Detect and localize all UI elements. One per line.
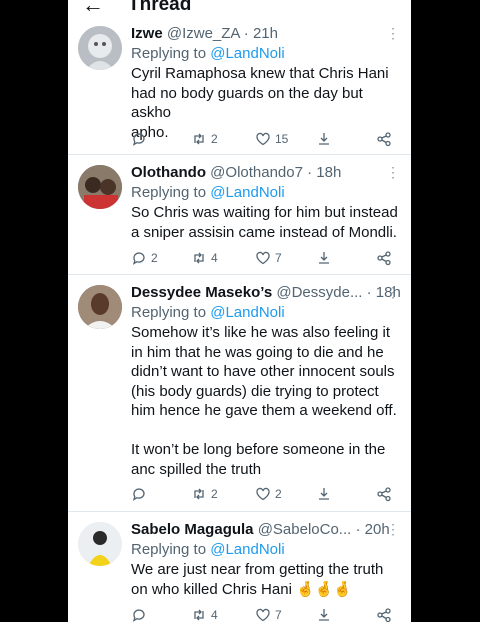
heart-icon (256, 251, 270, 265)
like-button[interactable]: 15 (255, 130, 288, 148)
heart-icon (256, 608, 270, 622)
thread-screen: ← Thread Izwe @Izwe_ZA · 21h ⋮ Replying … (68, 0, 411, 622)
retweet-count: 4 (211, 251, 218, 265)
reply-button[interactable] (131, 485, 151, 503)
download-icon (319, 252, 329, 264)
tweet-actions: 2 2 (131, 485, 391, 503)
tweet-actions: 2 4 7 (131, 249, 391, 267)
back-arrow-icon[interactable]: ← (82, 0, 104, 18)
download-icon (319, 488, 329, 500)
tweet-text: We are just near from getting the truth … (131, 561, 384, 598)
retweet-icon (194, 133, 204, 145)
tweet-text: So Chris was waiting for him but instead… (131, 204, 398, 241)
like-count: 15 (275, 132, 289, 146)
tweet-item[interactable]: Olothando @Olothando7 · 18h ⋮ Replying t… (68, 155, 411, 275)
retweet-count: 2 (211, 132, 218, 146)
tweet-header: Olothando @Olothando7 · 18h ⋮ (131, 163, 401, 182)
retweet-button[interactable]: 2 (191, 485, 218, 503)
handle[interactable]: @Izwe_ZA (167, 25, 240, 42)
reply-count: 2 (151, 251, 158, 265)
mention-link[interactable]: @LandNoli (210, 541, 284, 558)
handle[interactable]: @Olothando7 (210, 164, 303, 181)
reply-button[interactable] (131, 606, 151, 622)
replying-to: Replying to @LandNoli (131, 304, 285, 321)
handle[interactable]: @SabeloCo... (258, 521, 352, 538)
reply-button[interactable] (131, 130, 151, 148)
download-button[interactable] (316, 249, 332, 267)
reply-icon (132, 252, 145, 265)
more-options-icon[interactable]: ⋮ (386, 520, 400, 539)
replying-to: Replying to @LandNoli (131, 184, 285, 201)
download-icon (319, 609, 329, 621)
retweet-icon (194, 252, 204, 264)
reply-icon (132, 488, 145, 501)
display-name[interactable]: Dessydee Maseko’s (131, 284, 272, 301)
tweet-actions: 2 15 (131, 130, 391, 148)
tweet-header: Dessydee Maseko’s @Dessyde... · 18h ⋮ (131, 283, 401, 302)
tweet-header: Sabelo Magagula @SabeloCo... · 20h ⋮ (131, 520, 401, 539)
tweet-item[interactable]: Sabelo Magagula @SabeloCo... · 20h ⋮ Rep… (68, 512, 411, 622)
replying-to: Replying to @LandNoli (131, 45, 285, 62)
retweet-button[interactable]: 2 (191, 130, 218, 148)
share-button[interactable] (376, 130, 392, 148)
avatar[interactable] (78, 522, 122, 566)
mention-link[interactable]: @LandNoli (210, 184, 284, 201)
retweet-count: 4 (211, 608, 218, 622)
like-button[interactable]: 7 (255, 249, 282, 267)
retweet-button[interactable]: 4 (191, 249, 218, 267)
avatar[interactable] (78, 26, 122, 70)
share-icon (377, 251, 391, 266)
more-options-icon[interactable]: ⋮ (386, 24, 400, 43)
retweet-icon (194, 609, 204, 621)
timestamp[interactable]: · 21h (244, 25, 278, 42)
mention-link[interactable]: @LandNoli (210, 45, 284, 62)
heart-icon (256, 132, 270, 146)
share-icon (377, 487, 391, 502)
tweet-item[interactable]: Izwe @Izwe_ZA · 21h ⋮ Replying to @LandN… (68, 20, 411, 155)
tweet-text: Somehow it’s like he was also feeling it… (131, 324, 397, 478)
like-count: 2 (275, 487, 282, 501)
tweet-header: Izwe @Izwe_ZA · 21h ⋮ (131, 24, 401, 43)
tweet-actions: 4 7 (131, 606, 391, 622)
like-count: 7 (275, 251, 282, 265)
download-button[interactable] (316, 606, 332, 622)
retweet-button[interactable]: 4 (191, 606, 218, 622)
download-button[interactable] (316, 130, 332, 148)
share-button[interactable] (376, 485, 392, 503)
share-icon (377, 132, 391, 147)
tweet-item[interactable]: Dessydee Maseko’s @Dessyde... · 18h ⋮ Re… (68, 275, 411, 512)
share-button[interactable] (376, 249, 392, 267)
like-button[interactable]: 7 (255, 606, 282, 622)
more-options-icon[interactable]: ⋮ (386, 163, 400, 182)
mention-link[interactable]: @LandNoli (210, 304, 284, 321)
retweet-count: 2 (211, 487, 218, 501)
reply-icon (132, 609, 145, 622)
reply-button[interactable]: 2 (131, 249, 158, 267)
retweet-icon (194, 488, 204, 500)
replying-to: Replying to @LandNoli (131, 541, 285, 558)
heart-icon (256, 487, 270, 501)
download-button[interactable] (316, 485, 332, 503)
display-name[interactable]: Sabelo Magagula (131, 521, 254, 538)
avatar[interactable] (78, 285, 122, 329)
avatar[interactable] (78, 165, 122, 209)
reply-icon (132, 133, 145, 146)
timestamp[interactable]: · 20h (356, 521, 390, 538)
share-button[interactable] (376, 606, 392, 622)
more-options-icon[interactable]: ⋮ (386, 283, 400, 302)
page-title: Thread (128, 0, 192, 15)
like-count: 7 (275, 608, 282, 622)
timestamp[interactable]: · 18h (307, 164, 341, 181)
share-icon (377, 608, 391, 622)
handle[interactable]: @Dessyde... (276, 284, 362, 301)
like-button[interactable]: 2 (255, 485, 282, 503)
display-name[interactable]: Izwe (131, 25, 163, 42)
download-icon (319, 133, 329, 145)
display-name[interactable]: Olothando (131, 164, 206, 181)
